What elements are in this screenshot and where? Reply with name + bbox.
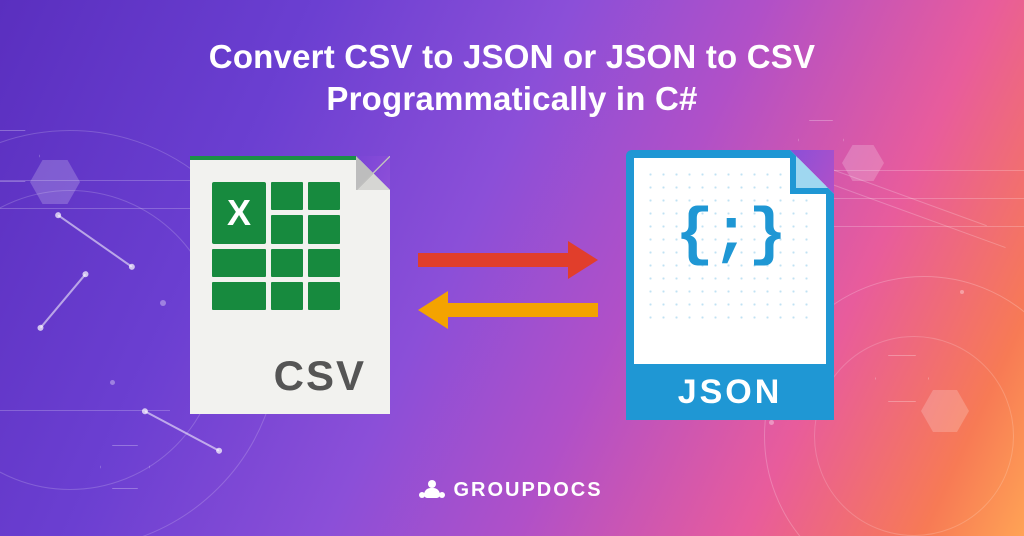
excel-x-icon: X — [212, 182, 266, 244]
brand-footer: GROUPDOCS — [0, 479, 1024, 502]
arrow-head — [418, 291, 448, 329]
csv-format-label: CSV — [190, 352, 366, 400]
deco-dot — [769, 420, 774, 425]
json-braces-icon: {;} — [634, 200, 826, 272]
cell — [271, 282, 303, 310]
banner-canvas: Convert CSV to JSON or JSON to CSV Progr… — [0, 0, 1024, 536]
json-file-icon: {;} JSON — [626, 150, 834, 420]
arrow-head — [568, 241, 598, 279]
title-line-2: Programmatically in C# — [0, 78, 1024, 120]
brand-name: GROUPDOCS — [453, 479, 602, 502]
arrow-left-icon — [418, 295, 598, 325]
banner-title: Convert CSV to JSON or JSON to CSV Progr… — [0, 36, 1024, 120]
cell — [271, 215, 303, 243]
cell — [308, 182, 340, 210]
csv-file-icon: X CSV — [190, 156, 390, 414]
arrow-shaft — [446, 303, 598, 317]
conversion-arrows — [418, 245, 598, 325]
json-format-label: JSON — [678, 373, 783, 412]
json-label-band: JSON — [626, 364, 834, 420]
cell — [308, 215, 340, 243]
fold-mask — [356, 156, 390, 190]
groupdocs-logo-icon — [421, 480, 443, 502]
conversion-graphic: X CSV — [0, 150, 1024, 420]
page-fold — [356, 156, 390, 190]
arrow-shaft — [418, 253, 570, 267]
arrow-right-icon — [418, 245, 598, 275]
cell — [308, 249, 340, 277]
cell — [308, 282, 340, 310]
cell — [212, 282, 266, 310]
cell — [271, 249, 303, 277]
cell — [271, 182, 303, 210]
spreadsheet-icon: X — [212, 182, 340, 310]
title-line-1: Convert CSV to JSON or JSON to CSV — [0, 36, 1024, 78]
cell — [212, 249, 266, 277]
